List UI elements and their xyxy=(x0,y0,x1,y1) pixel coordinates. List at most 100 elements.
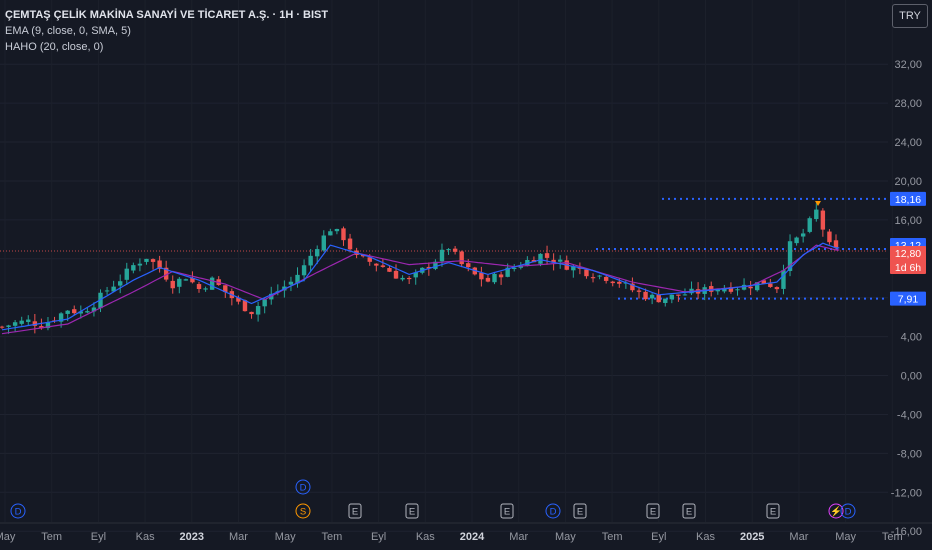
time-tick-label: May xyxy=(0,531,16,543)
candle-body xyxy=(177,278,182,287)
candle-body xyxy=(584,269,589,277)
candle-body xyxy=(150,259,156,262)
candle-body xyxy=(85,311,90,313)
candle-body xyxy=(663,298,668,303)
price-tick-label: 32,00 xyxy=(894,59,922,71)
candle-body xyxy=(479,272,484,280)
time-tick-label: Tem xyxy=(41,531,62,543)
time-tick-label: 2025 xyxy=(740,531,764,543)
time-tick-label: Mar xyxy=(789,531,808,543)
candle-body xyxy=(597,275,602,277)
earnings-badge-label: E xyxy=(352,507,358,518)
candle-body xyxy=(603,276,609,281)
candle-body xyxy=(19,320,24,324)
candle-body xyxy=(735,289,740,291)
time-tick-label: Eyl xyxy=(371,531,386,543)
time-tick-label: Mar xyxy=(509,531,528,543)
candle-body xyxy=(676,294,681,296)
candle-body xyxy=(26,319,31,322)
dividend-badge-label: D xyxy=(15,507,22,518)
candle-body xyxy=(321,235,326,251)
candle-body xyxy=(794,237,799,244)
candle-body xyxy=(748,286,753,289)
candle-body xyxy=(196,284,202,289)
candle-body xyxy=(262,299,267,307)
candle-body xyxy=(341,228,346,241)
candle-body xyxy=(538,253,543,264)
candle-body xyxy=(498,274,504,278)
time-tick-label: Tem xyxy=(882,531,903,543)
candle-body xyxy=(72,309,77,314)
earnings-badge-label: E xyxy=(504,507,510,518)
price-tick-label: 20,00 xyxy=(894,176,922,188)
currency-button[interactable]: TRY xyxy=(892,4,928,28)
candle-body xyxy=(669,294,675,300)
candle-body xyxy=(118,281,123,286)
price-tick-label: 0,00 xyxy=(901,371,922,383)
time-tick-label: Kas xyxy=(136,531,155,543)
time-tick-label: May xyxy=(275,531,296,543)
candle-body xyxy=(380,265,386,267)
symbol-title[interactable]: ÇEMTAŞ ÇELİK MAKİNA SANAYİ VE TİCARET A.… xyxy=(5,7,328,23)
candle-body xyxy=(406,277,412,280)
candle-body xyxy=(6,325,11,327)
split-badge-label: S xyxy=(300,507,306,518)
haho-indicator-label[interactable]: HAHO (20, close, 0) xyxy=(5,39,328,55)
candle-body xyxy=(807,218,812,232)
candle-body xyxy=(492,273,497,283)
candle-body xyxy=(249,311,254,315)
candle-body xyxy=(649,294,655,299)
candle-body xyxy=(334,228,340,232)
dividend-badge-label: D xyxy=(300,483,307,494)
time-tick-label: Kas xyxy=(416,531,435,543)
support-price-tag: 7,91 xyxy=(898,294,919,306)
dividend-badge-label: D xyxy=(845,507,852,518)
time-tick-label: 2023 xyxy=(180,531,204,543)
candle-body xyxy=(774,287,780,290)
countdown-label: 1d 6h xyxy=(895,262,921,274)
chart-legend: ÇEMTAŞ ÇELİK MAKİNA SANAYİ VE TİCARET A.… xyxy=(5,7,328,55)
price-tick-label: -4,00 xyxy=(897,409,922,421)
time-tick-label: 2024 xyxy=(460,531,485,543)
price-tick-label: -12,00 xyxy=(891,487,922,499)
candle-body xyxy=(400,277,405,280)
earnings-badge-label: E xyxy=(409,507,415,518)
last-price-tag: 12,80 xyxy=(895,248,921,260)
candle-body xyxy=(800,233,806,237)
candle-body xyxy=(288,281,294,285)
candle-body xyxy=(544,253,550,258)
candle-body xyxy=(636,290,642,292)
earnings-badge-label: E xyxy=(770,507,776,518)
candle-body xyxy=(439,249,445,262)
time-tick-label: Mar xyxy=(229,531,248,543)
time-tick-label: May xyxy=(555,531,576,543)
resistance-price-tag: 18,16 xyxy=(895,194,921,206)
candle-body xyxy=(65,310,70,314)
candle-body xyxy=(124,268,129,280)
time-tick-label: Tem xyxy=(602,531,623,543)
earnings-badge-label: E xyxy=(650,507,656,518)
candle-body xyxy=(682,294,688,296)
candle-body xyxy=(137,263,143,266)
ema-indicator-label[interactable]: EMA (9, close, 0, SMA, 5) xyxy=(5,23,328,39)
candle-body xyxy=(393,270,399,279)
candle-body xyxy=(0,326,5,328)
candle-body xyxy=(827,231,832,243)
candle-body xyxy=(466,263,471,268)
candle-body xyxy=(315,249,320,257)
candle-body xyxy=(12,322,18,326)
candle-body xyxy=(308,255,313,266)
time-tick-label: Eyl xyxy=(91,531,106,543)
price-chart[interactable]: 32,0028,0024,0020,0016,0012,008,004,000,… xyxy=(0,0,932,550)
price-tick-label: 24,00 xyxy=(894,137,922,149)
candle-body xyxy=(374,263,379,266)
candle-body xyxy=(104,290,110,292)
candle-body xyxy=(643,291,648,300)
candle-body xyxy=(144,258,149,262)
flash-badge-label: ⚡ xyxy=(830,506,842,518)
candle-body xyxy=(209,277,215,290)
candle-body xyxy=(387,268,392,272)
candle-body xyxy=(820,210,826,230)
candle-body xyxy=(610,281,615,284)
time-tick-label: Tem xyxy=(322,531,343,543)
